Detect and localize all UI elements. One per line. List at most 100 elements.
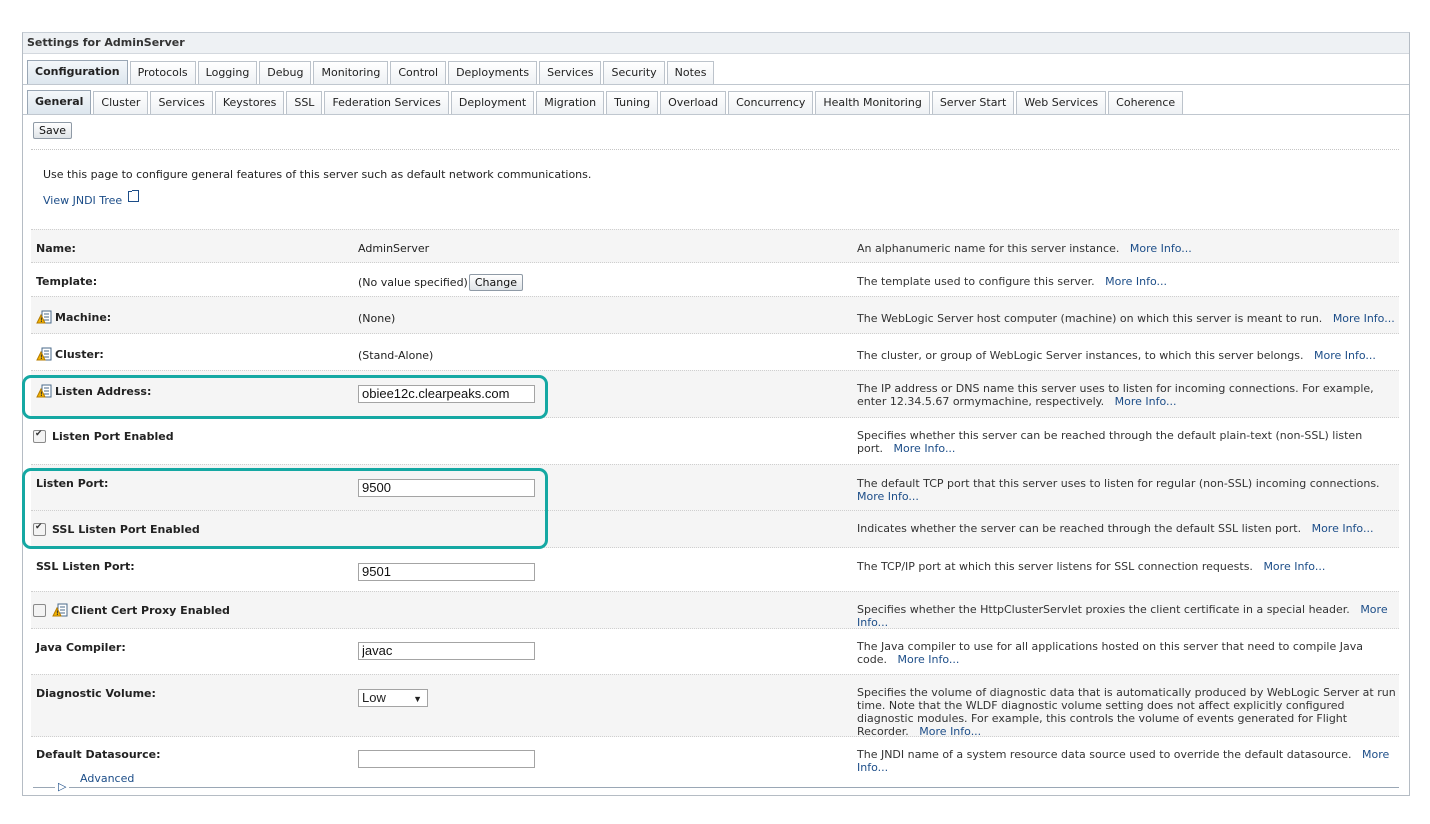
ssl-listen-port-more-info-link[interactable]: More Info... <box>1263 560 1325 573</box>
default-datasource-desc-text: The JNDI name of a system resource data … <box>857 748 1352 761</box>
name-more-info-link[interactable]: More Info... <box>1130 242 1192 255</box>
client-cert-proxy-desc: Specifies whether the HttpClusterServlet… <box>857 603 1397 629</box>
diagnostic-volume-value: Low <box>362 690 386 705</box>
subtab-tuning[interactable]: Tuning <box>606 91 659 114</box>
tab-control[interactable]: Control <box>390 61 447 84</box>
java-compiler-input[interactable] <box>358 642 535 660</box>
ssl-listen-port-desc: The TCP/IP port at which this server lis… <box>857 560 1397 573</box>
java-compiler-label: Java Compiler: <box>36 641 126 654</box>
template-value: (No value specified) <box>358 276 468 289</box>
subtab-keystores[interactable]: Keystores <box>214 91 285 114</box>
advanced-toggle[interactable]: ▷ Advanced <box>55 772 138 793</box>
panel-title: Settings for AdminServer <box>23 33 1409 54</box>
machine-desc-text: The WebLogic Server host computer (machi… <box>857 312 1323 325</box>
listen-port-input[interactable] <box>358 479 535 497</box>
machine-label-group: ! Machine: <box>36 310 111 326</box>
default-datasource-input[interactable] <box>358 750 535 768</box>
listen-port-desc-text: The default TCP port that this server us… <box>857 477 1380 490</box>
svg-text:!: ! <box>56 610 59 617</box>
svg-text:!: ! <box>40 317 43 324</box>
template-desc-text: The template used to configure this serv… <box>857 275 1095 288</box>
client-cert-proxy-group: ! Client Cert Proxy Enabled <box>33 603 230 619</box>
ssl-listen-port-label: SSL Listen Port: <box>36 560 135 573</box>
cluster-label: Cluster: <box>55 348 104 361</box>
row-listen-port-enabled: Listen Port Enabled Specifies whether th… <box>31 417 1399 465</box>
listen-address-more-info-link[interactable]: More Info... <box>1115 395 1177 408</box>
cluster-more-info-link[interactable]: More Info... <box>1314 349 1376 362</box>
tab-security[interactable]: Security <box>603 61 665 84</box>
view-jndi-tree-link[interactable]: View JNDI Tree <box>43 190 140 207</box>
subtab-coherence[interactable]: Coherence <box>1108 91 1184 114</box>
ssl-listen-port-enabled-label: SSL Listen Port Enabled <box>52 523 200 536</box>
name-label: Name: <box>36 242 76 255</box>
listen-address-label: Listen Address: <box>55 385 152 398</box>
subtab-cluster[interactable]: Cluster <box>93 91 149 114</box>
svg-text:!: ! <box>40 354 43 361</box>
diagnostic-volume-select[interactable]: Low ▼ <box>358 689 428 707</box>
subtab-overload[interactable]: Overload <box>660 91 727 114</box>
subtab-ssl[interactable]: SSL <box>286 91 323 114</box>
config-lock-icon: ! <box>36 383 52 399</box>
tab-notes[interactable]: Notes <box>666 61 715 84</box>
ssl-listen-port-enabled-more-info-link[interactable]: More Info... <box>1312 522 1374 535</box>
row-machine: ! Machine: (None) The WebLogic Server hos… <box>31 296 1399 334</box>
cluster-value: (Stand-Alone) <box>358 349 434 362</box>
row-cluster: ! Cluster: (Stand-Alone) The cluster, or … <box>31 333 1399 371</box>
config-lock-icon: ! <box>36 346 52 362</box>
row-template: Template: (No value specified) Change The… <box>31 262 1399 297</box>
tab-services[interactable]: Services <box>539 61 602 84</box>
toolbar: Save <box>31 115 1399 150</box>
row-java-compiler: Java Compiler: The Java compiler to use … <box>31 628 1399 675</box>
subtab-services[interactable]: Services <box>150 91 213 114</box>
ssl-listen-port-enabled-group: SSL Listen Port Enabled <box>33 522 200 537</box>
row-listen-address: ! Listen Address: The IP address or DNS n… <box>31 370 1399 418</box>
machine-label: Machine: <box>55 311 112 324</box>
config-lock-icon: ! <box>36 309 52 325</box>
sub-tab-bar: General Cluster Services Keystores SSL Federa… <box>23 85 1409 115</box>
client-cert-proxy-checkbox[interactable] <box>33 603 46 617</box>
diagnostic-volume-desc: Specifies the volume of diagnostic data … <box>857 686 1397 738</box>
subtab-web-services[interactable]: Web Services <box>1016 91 1107 114</box>
subtab-federation-services[interactable]: Federation Services <box>324 91 449 114</box>
row-ssl-listen-port: SSL Listen Port: The TCP/IP port at whic… <box>31 547 1399 592</box>
listen-address-input[interactable] <box>358 385 535 403</box>
tab-monitoring[interactable]: Monitoring <box>313 61 389 84</box>
template-value-group: (No value specified) Change <box>358 274 523 291</box>
listen-port-enabled-desc: Specifies whether this server can be rea… <box>857 429 1397 455</box>
subtab-health-monitoring[interactable]: Health Monitoring <box>815 91 930 114</box>
subtab-general[interactable]: General <box>27 90 92 114</box>
tab-protocols[interactable]: Protocols <box>129 61 196 84</box>
name-desc-text: An alphanumeric name for this server ins… <box>857 242 1120 255</box>
template-label: Template: <box>36 275 98 288</box>
tab-configuration[interactable]: Configuration <box>27 60 128 84</box>
listen-address-label-group: ! Listen Address: <box>36 384 151 400</box>
listen-port-enabled-checkbox[interactable] <box>33 429 46 443</box>
tab-logging[interactable]: Logging <box>197 61 258 84</box>
template-change-button[interactable]: Change <box>468 274 523 291</box>
listen-port-enabled-label: Listen Port Enabled <box>52 430 174 443</box>
view-jndi-tree-label: View JNDI Tree <box>43 194 123 207</box>
subtab-concurrency[interactable]: Concurrency <box>728 91 814 114</box>
listen-port-more-info-link[interactable]: More Info... <box>857 490 919 503</box>
row-name: Name: AdminServer An alphanumeric name f… <box>31 229 1399 263</box>
java-compiler-more-info-link[interactable]: More Info... <box>898 653 960 666</box>
default-datasource-label: Default Datasource: <box>36 748 161 761</box>
ssl-listen-port-input[interactable] <box>358 563 535 581</box>
ssl-listen-port-enabled-desc: Indicates whether the server can be reac… <box>857 522 1397 535</box>
save-button[interactable]: Save <box>33 122 73 139</box>
subtab-migration[interactable]: Migration <box>536 91 605 114</box>
java-compiler-desc: The Java compiler to use for all applica… <box>857 640 1397 666</box>
tab-debug[interactable]: Debug <box>259 61 312 84</box>
listen-port-enabled-more-info-link[interactable]: More Info... <box>894 442 956 455</box>
ssl-listen-port-enabled-checkbox[interactable] <box>33 522 46 536</box>
template-more-info-link[interactable]: More Info... <box>1105 275 1167 288</box>
cluster-desc: The cluster, or group of WebLogic Server… <box>857 349 1397 362</box>
tab-deployments[interactable]: Deployments <box>448 61 538 84</box>
ssl-listen-port-desc-text: The TCP/IP port at which this server lis… <box>857 560 1253 573</box>
machine-more-info-link[interactable]: More Info... <box>1333 312 1395 325</box>
subtab-server-start[interactable]: Server Start <box>931 91 1015 114</box>
subtab-deployment[interactable]: Deployment <box>450 91 535 114</box>
row-ssl-listen-port-enabled: SSL Listen Port Enabled Indicates whethe… <box>31 510 1399 548</box>
name-desc: An alphanumeric name for this server ins… <box>857 242 1397 255</box>
row-listen-port: Listen Port: The default TCP port that t… <box>31 464 1399 511</box>
